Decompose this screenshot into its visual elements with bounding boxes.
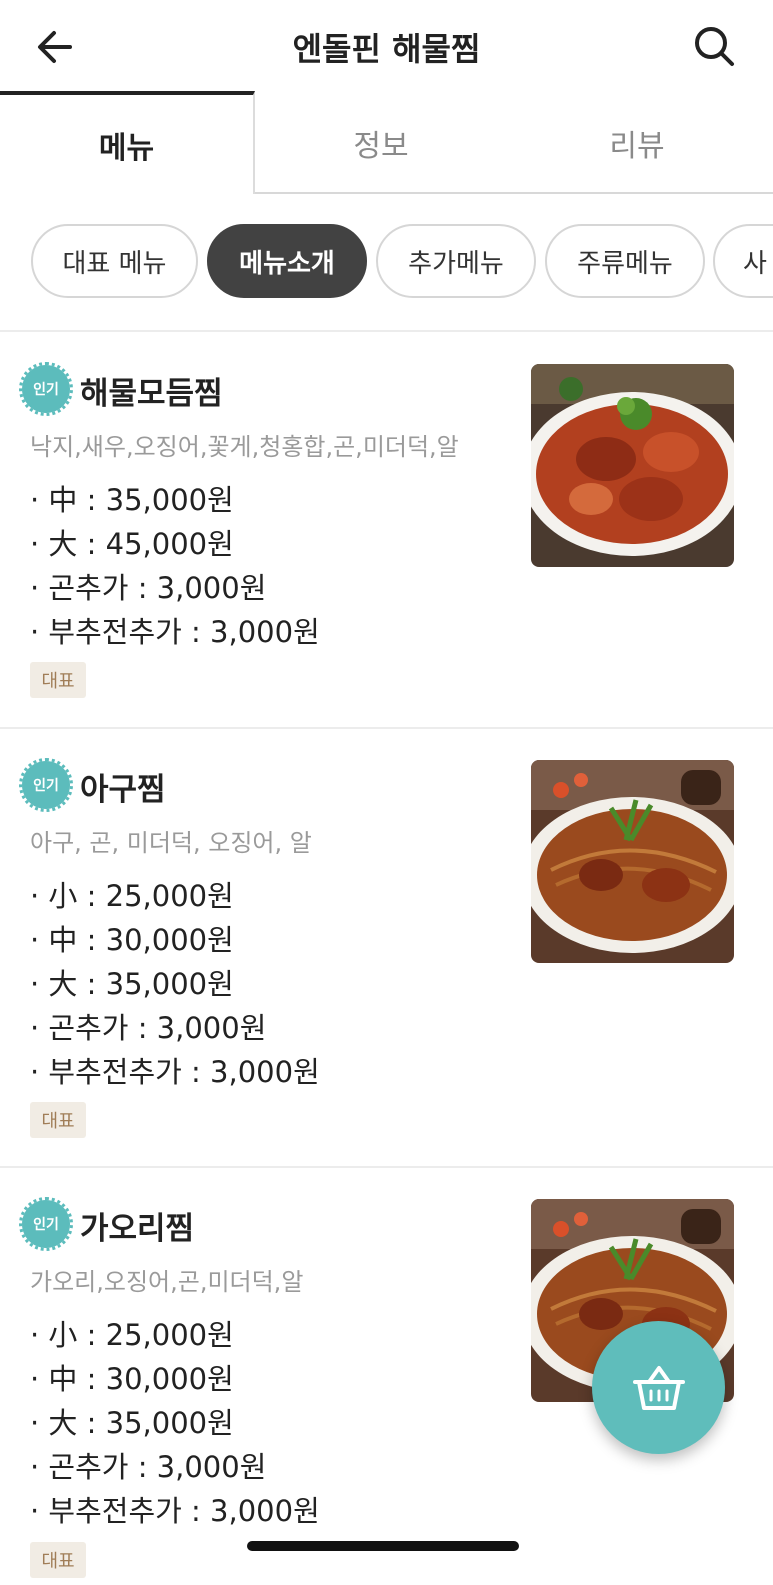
home-indicator (247, 1541, 519, 1551)
menu-item-description: 아구, 곤, 미더덕, 오징어, 알 (30, 829, 312, 857)
menu-item-photo (531, 364, 734, 567)
search-button[interactable] (690, 22, 740, 72)
popular-badge: 인기 (19, 1197, 73, 1251)
tab-bar: 메뉴 정보 리뷰 (0, 91, 773, 194)
chip-label: 추가메뉴 (408, 248, 504, 279)
popular-badge: 인기 (19, 362, 73, 416)
chip-label: 주류메뉴 (577, 248, 673, 279)
search-icon (695, 27, 734, 66)
chip-label: 사 (743, 248, 767, 279)
price-line: · 곤추가 : 3,000원 (30, 571, 267, 605)
tab-menu-label: 메뉴 (98, 130, 155, 166)
price-line: · 小 : 25,000원 (30, 1318, 234, 1352)
price-line: · 大 : 35,000원 (30, 1406, 234, 1440)
signature-tag: 대표 (30, 1542, 86, 1578)
chip-label: 대표 메뉴 (62, 248, 167, 279)
price-line: · 곤추가 : 3,000원 (30, 1011, 267, 1045)
menu-item-name: 가오리찜 (80, 1211, 195, 1247)
menu-item-description: 가오리,오징어,곤,미더덕,알 (30, 1268, 304, 1296)
chip-signature-menu[interactable]: 대표 메뉴 (31, 224, 198, 298)
tab-review-label: 리뷰 (609, 128, 665, 164)
price-line: · 부추전추가 : 3,000원 (30, 615, 320, 649)
menu-item-description: 낙지,새우,오징어,꽃게,청홍합,곤,미더덕,알 (30, 433, 459, 461)
price-line: · 부추전추가 : 3,000원 (30, 1494, 320, 1528)
chip-extra-menu[interactable]: 추가메뉴 (376, 224, 536, 298)
page-title: 엔돌핀 해물찜 (292, 30, 481, 68)
price-line: · 中 : 35,000원 (30, 483, 234, 517)
category-chips: 대표 메뉴 메뉴소개 추가메뉴 주류메뉴 사 (0, 224, 773, 300)
tab-menu[interactable]: 메뉴 (0, 91, 255, 194)
price-line: · 中 : 30,000원 (30, 923, 234, 957)
signature-tag: 대표 (30, 1102, 86, 1138)
price-line: · 곤추가 : 3,000원 (30, 1450, 267, 1484)
chip-drinks-menu[interactable]: 주류메뉴 (545, 224, 705, 298)
menu-item[interactable]: 인기 해물모듬찜 낙지,새우,오징어,꽃게,청홍합,곤,미더덕,알 · 中 : … (0, 332, 773, 727)
menu-item-name: 아구찜 (80, 772, 166, 808)
tab-review[interactable]: 리뷰 (507, 91, 767, 194)
menu-item-photo (531, 760, 734, 963)
chip-menu-intro[interactable]: 메뉴소개 (207, 224, 367, 298)
menu-item-name: 해물모듬찜 (80, 376, 223, 412)
price-line: · 小 : 25,000원 (30, 879, 234, 913)
price-line: · 부추전추가 : 3,000원 (30, 1055, 320, 1089)
tab-divider (255, 192, 773, 194)
app-header: 엔돌핀 해물찜 (0, 0, 773, 93)
price-line: · 大 : 45,000원 (30, 527, 234, 561)
popular-badge: 인기 (19, 758, 73, 812)
cart-button[interactable] (592, 1321, 725, 1454)
tab-info[interactable]: 정보 (255, 91, 507, 194)
chip-more[interactable]: 사 (713, 224, 773, 298)
price-line: · 中 : 30,000원 (30, 1362, 234, 1396)
menu-item[interactable]: 인기 아구찜 아구, 곤, 미더덕, 오징어, 알 · 小 : 25,000원 … (0, 729, 773, 1166)
signature-tag: 대표 (30, 662, 86, 698)
tab-info-label: 정보 (353, 128, 409, 164)
price-line: · 大 : 35,000원 (30, 967, 234, 1001)
chip-label: 메뉴소개 (239, 248, 335, 279)
shopping-basket-icon (632, 1365, 685, 1410)
